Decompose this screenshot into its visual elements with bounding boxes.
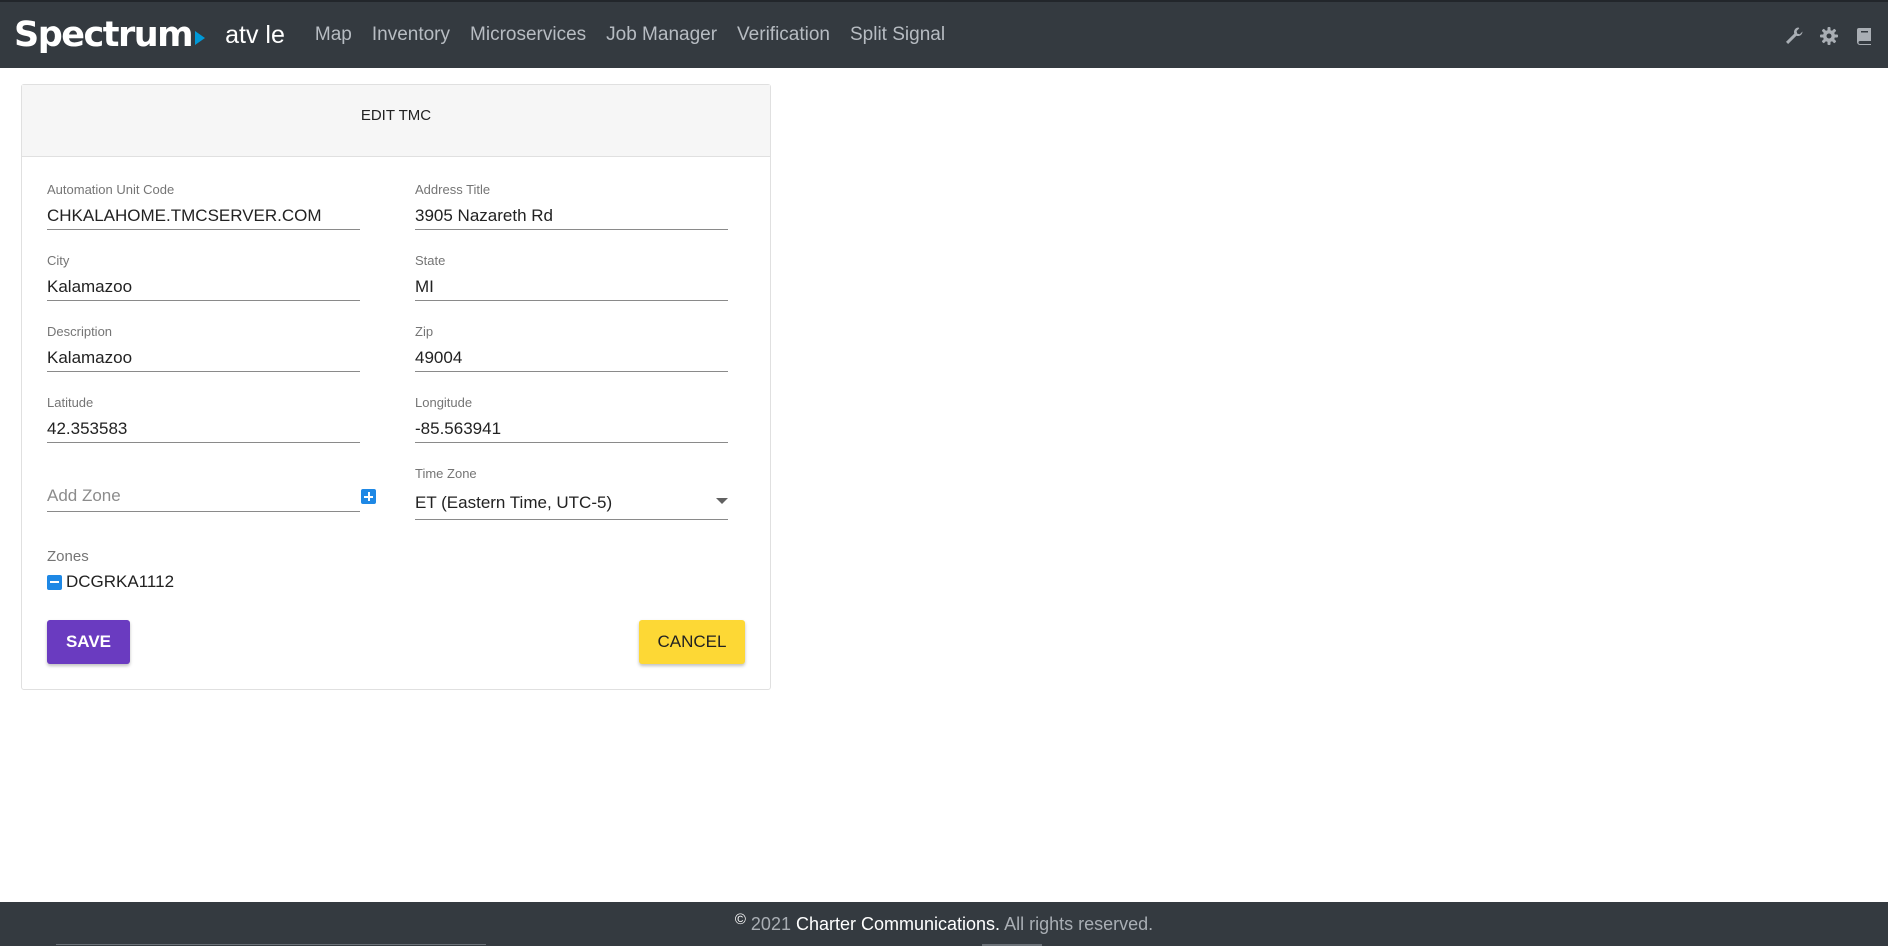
automation-unit-code-field[interactable]: Automation Unit Code CHKALAHOME.TMCSERVE… [47, 182, 360, 230]
save-button[interactable]: SAVE [47, 620, 130, 664]
brand-text: Spectrum [14, 15, 194, 55]
field-label: City [47, 253, 70, 268]
field-label: State [415, 253, 446, 268]
field-label: Latitude [47, 395, 94, 410]
edit-tmc-card: EDIT TMC Automation Unit Code CHKALAHOME… [21, 84, 771, 690]
wrench-icon[interactable] [1784, 26, 1804, 46]
zone-list-item: DCGRKA1112 [47, 572, 174, 592]
nav-job-manager[interactable]: Job Manager [606, 24, 717, 46]
description-input[interactable]: Kalamazoo [47, 344, 360, 372]
add-zone-plus-icon[interactable] [361, 489, 376, 504]
top-navbar: Spectrum atv le Map Inventory Microservi… [0, 0, 1888, 68]
gear-icon[interactable] [1819, 26, 1839, 46]
remove-zone-minus-icon[interactable] [47, 574, 62, 590]
footer: © 2021 Charter Communications. All right… [0, 902, 1888, 946]
automation-unit-code-input[interactable]: CHKALAHOME.TMCSERVER.COM [47, 202, 360, 230]
field-label: Address Title [415, 182, 491, 197]
latitude-field[interactable]: Latitude 42.353583 [47, 395, 360, 443]
footer-divider [56, 944, 486, 945]
book-icon[interactable] [1854, 26, 1874, 46]
city-input[interactable]: Kalamazoo [47, 273, 360, 301]
state-field[interactable]: State MI [415, 253, 728, 301]
nav-split-signal[interactable]: Split Signal [850, 24, 945, 46]
longitude-input[interactable]: -85.563941 [415, 415, 728, 443]
main-nav: Map Inventory Microservices Job Manager … [315, 24, 965, 46]
field-label: Automation Unit Code [47, 182, 175, 197]
chevron-down-icon[interactable] [716, 498, 728, 504]
brand-arrow-icon [195, 31, 206, 45]
copyright-year: 2021 [750, 914, 791, 934]
address-title-input[interactable]: 3905 Nazareth Rd [415, 202, 728, 230]
field-label: Time Zone [415, 466, 477, 481]
cancel-button[interactable]: CANCEL [639, 620, 745, 664]
zip-field[interactable]: Zip 49004 [415, 324, 728, 372]
add-zone-input[interactable]: Add Zone [47, 481, 360, 512]
address-title-field[interactable]: Address Title 3905 Nazareth Rd [415, 182, 728, 230]
zones-label: Zones [47, 548, 89, 565]
nav-microservices[interactable]: Microservices [470, 24, 586, 46]
zone-name: DCGRKA1112 [66, 572, 175, 591]
nav-map[interactable]: Map [315, 24, 352, 46]
time-zone-select[interactable]: Time Zone ET (Eastern Time, UTC-5) [415, 466, 728, 520]
company-name: Charter Communications. [795, 914, 1001, 934]
time-zone-value[interactable]: ET (Eastern Time, UTC-5) [415, 486, 728, 520]
longitude-field[interactable]: Longitude -85.563941 [415, 395, 728, 443]
description-field[interactable]: Description Kalamazoo [47, 324, 360, 372]
copyright-symbol: © [734, 911, 746, 928]
nav-inventory[interactable]: Inventory [372, 24, 450, 46]
field-label: Longitude [415, 395, 473, 410]
field-label: Description [47, 324, 113, 339]
spectrum-logo[interactable]: Spectrum [14, 15, 206, 55]
city-field[interactable]: City Kalamazoo [47, 253, 360, 301]
header-tools [1769, 26, 1874, 46]
zip-input[interactable]: 49004 [415, 344, 728, 372]
state-input[interactable]: MI [415, 273, 728, 301]
rights-text: All rights reserved. [1004, 914, 1154, 934]
latitude-input[interactable]: 42.353583 [47, 415, 360, 443]
app-name[interactable]: atv le [225, 21, 285, 50]
field-label: Zip [415, 324, 434, 339]
card-title: EDIT TMC [22, 85, 770, 157]
nav-verification[interactable]: Verification [737, 24, 830, 46]
